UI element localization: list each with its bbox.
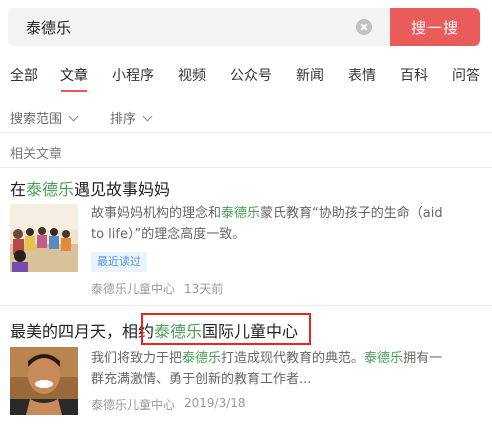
chevron-down-icon xyxy=(142,111,153,122)
sort-label: 排序 xyxy=(110,112,137,127)
tab-articles[interactable]: 文章 xyxy=(60,65,88,85)
result-title[interactable]: 在泰德乐遇见故事妈妈 xyxy=(10,176,170,200)
tab-all[interactable]: 全部 xyxy=(10,65,38,85)
tab-news[interactable]: 新闻 xyxy=(296,65,324,85)
result-thumbnail[interactable] xyxy=(10,347,78,415)
search-button[interactable]: 搜一搜 xyxy=(390,8,480,46)
tab-stickers[interactable]: 表情 xyxy=(348,65,376,85)
result-excerpt: 故事妈妈机构的理念和泰德乐蒙氏教育“协助孩子的生命（aid to life）”的… xyxy=(91,206,443,242)
tab-bar: 全部 文章 小程序 视频 公众号 新闻 表情 百科 问答 xyxy=(0,62,492,86)
result-excerpt: 我们将致力于把泰德乐打造成现代教育的典范。泰德乐拥有一 群充满激情、勇于创新的教… xyxy=(91,351,443,387)
highlight-annotation-box xyxy=(141,313,311,345)
result-source[interactable]: 泰德乐儿童中心 xyxy=(91,396,175,413)
tab-official-accounts[interactable]: 公众号 xyxy=(230,65,272,85)
tab-encyclopedia[interactable]: 百科 xyxy=(400,65,428,85)
tab-mini-programs[interactable]: 小程序 xyxy=(112,65,154,85)
sort-dropdown[interactable]: 排序 xyxy=(110,108,153,127)
search-box[interactable] xyxy=(8,8,390,46)
divider xyxy=(0,305,492,306)
recently-read-badge: 最近读过 xyxy=(91,252,147,272)
tab-qa[interactable]: 问答 xyxy=(452,65,480,85)
active-tab-indicator xyxy=(61,90,87,92)
section-label: 相关文章 xyxy=(10,147,63,162)
person-portrait-icon xyxy=(10,347,78,415)
search-input[interactable] xyxy=(26,8,346,46)
classroom-photo-icon xyxy=(10,204,78,272)
search-range-label: 搜索范围 xyxy=(10,112,63,127)
search-range-dropdown[interactable]: 搜索范围 xyxy=(10,108,79,127)
divider xyxy=(0,167,492,168)
result-source[interactable]: 泰德乐儿童中心 xyxy=(91,280,175,297)
result-thumbnail[interactable] xyxy=(10,204,78,272)
result-time: 13天前 xyxy=(184,282,224,296)
tab-videos[interactable]: 视频 xyxy=(178,65,206,85)
divider xyxy=(0,132,492,133)
result-time: 2019/3/18 xyxy=(184,396,246,410)
chevron-down-icon xyxy=(68,111,79,122)
clear-icon[interactable] xyxy=(356,19,372,35)
